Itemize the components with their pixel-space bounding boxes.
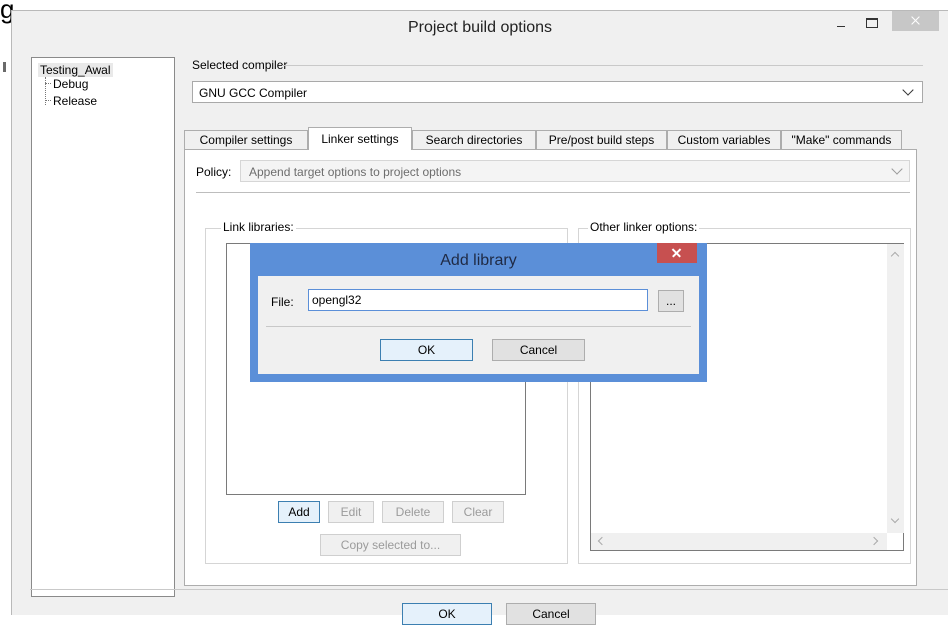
horizontal-scrollbar[interactable] [591, 533, 887, 550]
file-input[interactable] [308, 289, 648, 311]
dialog-cancel-button[interactable]: Cancel [492, 339, 585, 361]
tree-connector [45, 83, 51, 84]
minimize-icon[interactable] [834, 19, 850, 31]
tab-compiler-settings[interactable]: Compiler settings [184, 130, 308, 149]
ok-button[interactable]: OK [402, 603, 492, 625]
tab-search-directories[interactable]: Search directories [412, 130, 536, 149]
footer-divider [30, 589, 948, 590]
dialog-ok-button[interactable]: OK [380, 339, 473, 361]
file-label: File: [271, 295, 294, 309]
dialog-title: Add library [440, 252, 517, 269]
chevron-down-icon [891, 163, 903, 175]
clear-libraries-button[interactable]: Clear [452, 501, 504, 523]
add-library-button[interactable]: Add [278, 501, 320, 523]
link-libraries-label: Link libraries: [221, 220, 296, 234]
add-library-dialog: Add library File: ... OK Cancel [250, 243, 707, 382]
dialog-body: File: ... OK Cancel [258, 276, 699, 374]
edit-library-button[interactable]: Edit [328, 501, 374, 523]
window-title: Project build options [407, 19, 553, 36]
group-divider [282, 65, 923, 66]
chevron-down-icon [902, 84, 914, 96]
tab-pre-post-build-steps[interactable]: Pre/post build steps [536, 130, 667, 149]
selected-compiler-label: Selected compiler [192, 58, 288, 72]
background-marker [3, 62, 6, 72]
tree-item-debug[interactable]: Debug [53, 77, 88, 91]
cancel-button[interactable]: Cancel [506, 603, 596, 625]
chevron-down-icon[interactable] [890, 514, 900, 524]
delete-library-button[interactable]: Delete [382, 501, 444, 523]
tree-item-release[interactable]: Release [53, 94, 97, 108]
title-bar[interactable]: Project build options [12, 11, 948, 44]
close-icon[interactable] [657, 243, 697, 263]
tab-make-commands[interactable]: "Make" commands [781, 130, 902, 149]
other-linker-options-label: Other linker options: [588, 220, 700, 234]
tree-connector [45, 100, 51, 101]
dialog-divider [266, 326, 691, 327]
tab-linker-settings[interactable]: Linker settings [308, 127, 412, 150]
chevron-up-icon[interactable] [890, 251, 900, 261]
policy-select-value: Append target options to project options [249, 165, 462, 179]
maximize-icon[interactable] [865, 16, 879, 28]
policy-select[interactable]: Append target options to project options [240, 160, 910, 182]
policy-divider [196, 192, 910, 193]
tree-item-project[interactable]: Testing_Awal [38, 63, 113, 77]
copy-selected-to-button[interactable]: Copy selected to... [320, 534, 461, 556]
chevron-right-icon[interactable] [869, 536, 879, 546]
vertical-scrollbar[interactable] [887, 244, 904, 533]
build-target-tree[interactable]: Testing_Awal Debug Release [31, 57, 175, 597]
chevron-left-icon[interactable] [597, 536, 607, 546]
browse-button[interactable]: ... [658, 290, 684, 312]
policy-label: Policy: [196, 165, 232, 179]
compiler-select-value: GNU GCC Compiler [199, 86, 308, 100]
compiler-select[interactable]: GNU GCC Compiler [192, 81, 923, 103]
tab-custom-variables[interactable]: Custom variables [667, 130, 781, 149]
close-icon[interactable] [892, 11, 939, 31]
